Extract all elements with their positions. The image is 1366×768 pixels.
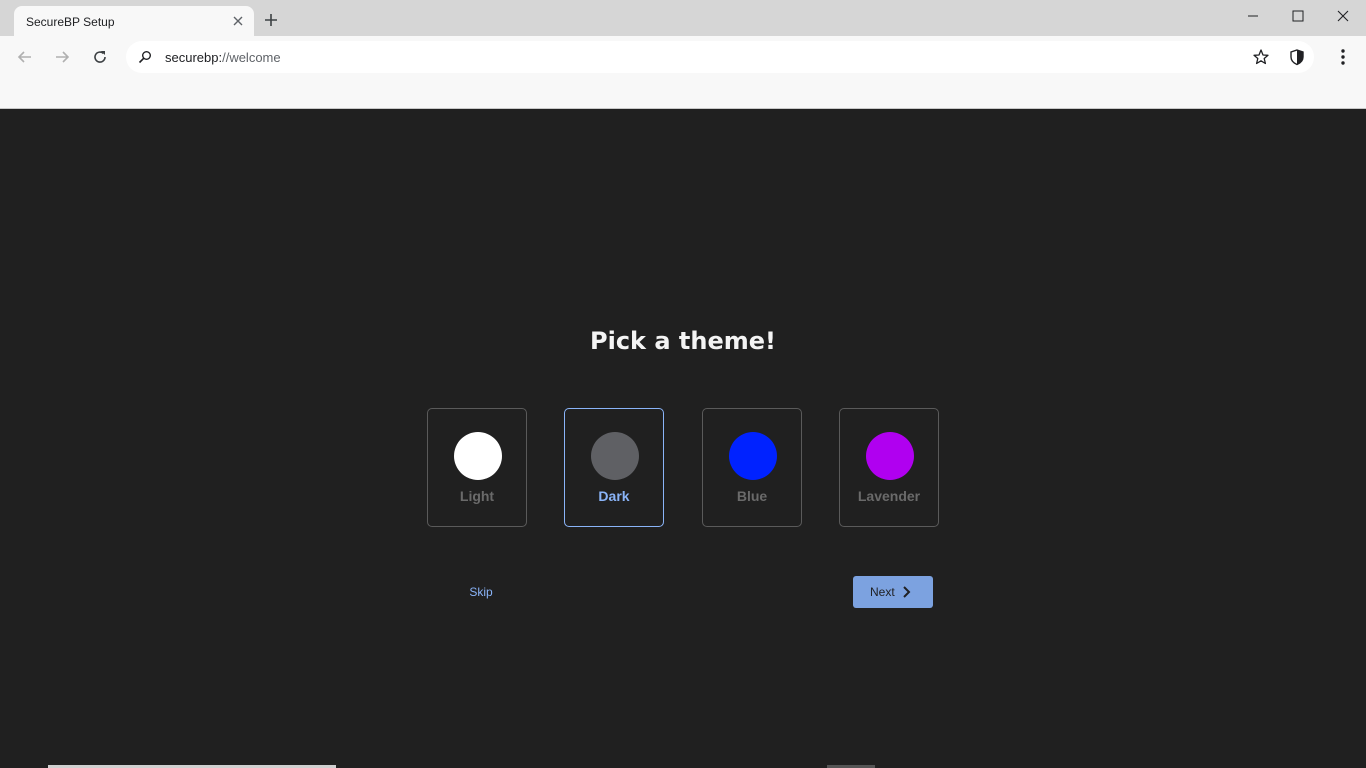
theme-swatch [591,432,639,480]
kebab-menu-icon[interactable] [1334,47,1352,67]
theme-swatch [866,432,914,480]
tab-strip: SecureBP Setup [0,0,1366,36]
next-button[interactable]: Next [853,576,933,608]
shield-icon[interactable] [1288,48,1306,66]
reload-icon[interactable] [90,47,110,67]
bookmarks-bar [0,78,1366,109]
browser-tab[interactable]: SecureBP Setup [14,6,254,36]
next-button-label: Next [870,585,895,599]
close-icon[interactable] [1335,8,1351,24]
close-icon[interactable] [230,13,246,29]
page-title: Pick a theme! [590,327,776,355]
theme-option-blue[interactable]: Blue [702,408,802,527]
theme-swatch [454,432,502,480]
theme-label: Lavender [857,488,921,504]
theme-label: Light [459,488,495,504]
theme-option-dark[interactable]: Dark [564,408,664,527]
theme-label: Dark [598,488,630,504]
url-text: securebp://welcome [165,50,281,65]
search-icon [138,51,151,64]
theme-option-lavender[interactable]: Lavender [839,408,939,527]
skip-button[interactable]: Skip [462,582,500,602]
maximize-icon[interactable] [1290,8,1306,24]
star-icon[interactable] [1252,48,1270,66]
arrow-left-icon[interactable] [15,47,35,67]
chevron-right-icon [903,586,911,598]
theme-label: Blue [736,488,768,504]
theme-swatch [729,432,777,480]
theme-option-light[interactable]: Light [427,408,527,527]
tab-title: SecureBP Setup [26,15,115,29]
address-bar[interactable]: securebp://welcome [126,41,1314,73]
browser-toolbar: securebp://welcome [0,36,1366,78]
url-scheme: securebp: [165,50,223,65]
arrow-right-icon[interactable] [52,47,72,67]
minimize-icon[interactable] [1245,8,1261,24]
plus-icon[interactable] [262,11,280,29]
page-content: Pick a theme! Light Dark Blue Lavender S… [0,109,1366,768]
url-path: //welcome [222,50,281,65]
